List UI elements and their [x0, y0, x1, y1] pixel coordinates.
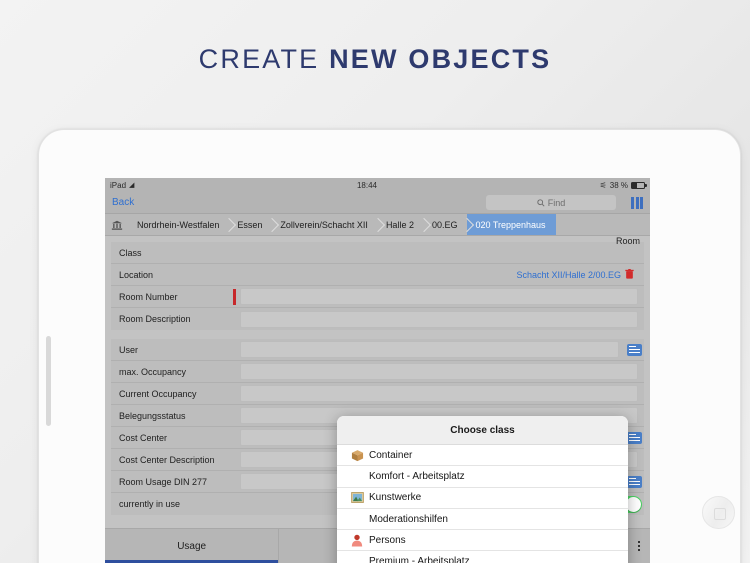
required-indicator — [233, 311, 236, 327]
breadcrumb-label: Essen — [237, 219, 263, 230]
breadcrumb-item-5-active[interactable]: 020 Treppenhaus — [467, 214, 556, 235]
battery-icon — [631, 181, 647, 189]
form-group-general: Class Location Schacht XII/Halle 2/00.EG — [111, 242, 644, 330]
breadcrumb-label: Halle 2 — [385, 219, 414, 230]
page-title-light: CREATE — [198, 44, 320, 74]
ipad-screen: iPad ◢ 18:44 ⚟ 38 % Back Find Nordrhein-… — [105, 178, 650, 563]
class-list-label: Premium - Arbeitsplatz — [369, 556, 470, 563]
status-bar-time: 18:44 — [356, 180, 378, 190]
form-group-divider — [111, 330, 644, 339]
form-row-class[interactable]: Class — [111, 242, 644, 264]
box-icon — [345, 449, 369, 462]
class-list-item-container[interactable]: Container — [337, 445, 628, 467]
required-indicator — [233, 267, 236, 283]
class-list-item-kunstwerke[interactable]: Kunstwerke — [337, 488, 628, 509]
form-row-room-description[interactable]: Room Description — [111, 308, 644, 330]
home-button[interactable] — [702, 496, 735, 529]
location-link[interactable]: Schacht XII/Halle 2/00.EG — [516, 270, 621, 280]
search-placeholder-text: Find — [547, 197, 566, 208]
picture-frame-icon — [345, 492, 369, 504]
search-input[interactable]: Find — [486, 195, 616, 210]
class-list-item-komfort-arbeitsplatz[interactable]: Komfort - Arbeitsplatz — [337, 466, 628, 488]
class-list-label: Container — [369, 449, 413, 461]
status-bar-right: ⚟ 38 % — [599, 180, 647, 190]
form-label-class: Class — [119, 247, 142, 258]
required-indicator — [233, 288, 236, 305]
device-side-edge — [46, 336, 51, 426]
class-list-item-premium-arbeitsplatz[interactable]: Premium - Arbeitsplatz — [337, 551, 628, 563]
dialog-title: Choose class — [337, 416, 628, 445]
form-label-max-occupancy: max. Occupancy — [119, 366, 187, 377]
back-button[interactable]: Back — [109, 196, 137, 209]
form-label-cost-center: Cost Center — [119, 432, 168, 443]
class-list-label: Moderationshilfen — [369, 513, 448, 525]
list-picker-icon[interactable] — [627, 431, 642, 444]
person-icon — [345, 534, 369, 547]
breadcrumb: Nordrhein-Westfalen Essen Zollverein/Sch… — [105, 214, 650, 236]
breadcrumb-tail — [556, 214, 650, 235]
form-value-location[interactable]: Schacht XII/Halle 2/00.EG — [240, 266, 638, 283]
form-label-user: User — [119, 344, 139, 355]
device-name: iPad — [110, 180, 127, 190]
required-indicator — [233, 245, 236, 261]
breadcrumb-label: Nordrhein-Westfalen — [137, 219, 220, 230]
required-indicator — [233, 474, 236, 490]
list-picker-icon[interactable] — [627, 343, 642, 356]
form-row-location[interactable]: Location Schacht XII/Halle 2/00.EG — [111, 264, 644, 286]
form-input-current-occupancy[interactable] — [240, 385, 638, 402]
breadcrumb-label: 020 Treppenhaus — [475, 219, 546, 230]
required-indicator — [233, 364, 236, 380]
form-input-room-number[interactable] — [240, 288, 638, 305]
more-vertical-icon[interactable] — [628, 529, 650, 563]
choose-class-dialog: Choose class Container Komfort - Arbeits… — [337, 416, 628, 563]
form-label-currently-in-use: currently in use — [119, 499, 181, 509]
class-list-label: Komfort - Arbeitsplatz — [369, 470, 465, 482]
battery-percent: 38 % — [609, 180, 628, 190]
required-indicator — [233, 342, 236, 358]
required-indicator — [233, 408, 236, 424]
required-indicator — [233, 496, 236, 512]
tab-usage[interactable]: Usage — [105, 529, 280, 563]
form-label-current-occupancy: Current Occupancy — [119, 388, 197, 399]
bluetooth-icon: ⚟ — [599, 180, 607, 190]
form-input-max-occupancy[interactable] — [240, 363, 638, 380]
breadcrumb-item-2[interactable]: Zollverein/Schacht XII — [272, 214, 378, 235]
form-row-current-occupancy[interactable]: Current Occupancy — [111, 383, 644, 405]
tab-label: Usage — [177, 540, 207, 552]
form-input-user[interactable] — [240, 341, 619, 358]
list-picker-icon[interactable] — [627, 475, 642, 488]
form-input-room-description[interactable] — [240, 310, 638, 328]
form-row-room-number[interactable]: Room Number — [111, 286, 644, 308]
status-bar: iPad ◢ 18:44 ⚟ 38 % — [105, 178, 650, 192]
column-layout-icon[interactable] — [628, 195, 646, 210]
class-list-item-moderationshilfen[interactable]: Moderationshilfen — [337, 509, 628, 531]
form-label-cost-center-description: Cost Center Description — [119, 454, 215, 465]
required-indicator — [233, 452, 236, 468]
required-indicator — [233, 430, 236, 446]
form-value-class — [240, 244, 638, 261]
form-label-room-number: Room Number — [119, 291, 178, 302]
form-row-max-occupancy[interactable]: max. Occupancy — [111, 361, 644, 383]
form-row-user[interactable]: User — [111, 339, 644, 361]
bank-building-icon[interactable] — [105, 214, 129, 235]
page-title: CREATE NEW OBJECTS — [0, 44, 750, 75]
class-list-label: Kunstwerke — [369, 492, 422, 504]
class-list-item-persons[interactable]: Persons — [337, 530, 628, 552]
form-label-location: Location — [119, 269, 154, 280]
class-list-label: Persons — [369, 534, 406, 546]
status-bar-left: iPad ◢ — [110, 181, 134, 190]
form-label-belegungsstatus: Belegungsstatus — [119, 410, 186, 421]
breadcrumb-item-0[interactable]: Nordrhein-Westfalen — [129, 214, 229, 235]
breadcrumb-label: Zollverein/Schacht XII — [280, 219, 368, 230]
search-icon — [537, 198, 545, 207]
page-title-bold: NEW OBJECTS — [329, 44, 552, 74]
required-indicator — [233, 386, 236, 402]
navigation-bar: Back Find — [105, 192, 650, 214]
form-label-room-usage-din277: Room Usage DIN 277 — [119, 476, 208, 487]
breadcrumb-label: 00.EG — [431, 219, 458, 230]
trash-icon[interactable] — [625, 268, 634, 281]
form-label-room-description: Room Description — [119, 314, 191, 324]
column-header-room: Room — [615, 236, 640, 246]
